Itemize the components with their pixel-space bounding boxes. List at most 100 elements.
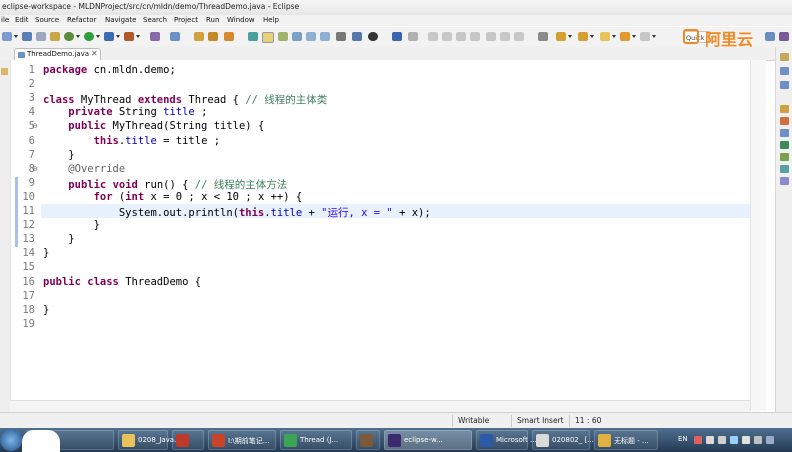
run-icon[interactable]	[84, 32, 94, 41]
close-icon[interactable]: ✕	[91, 49, 98, 58]
new-package-icon[interactable]	[150, 32, 160, 41]
chevron-down-icon[interactable]	[96, 35, 100, 38]
chevron-down-icon[interactable]	[568, 35, 572, 38]
code-line[interactable]: }	[43, 247, 49, 259]
code-line[interactable]: }	[43, 304, 49, 316]
chevron-down-icon[interactable]	[136, 35, 140, 38]
new-icon[interactable]	[2, 32, 12, 41]
new-java-project-icon[interactable]	[124, 32, 134, 41]
java-perspective-icon[interactable]	[779, 32, 789, 41]
code-line[interactable]: System.out.println(this.title + "运行, x =…	[43, 205, 431, 220]
minimize-icon[interactable]	[780, 53, 789, 61]
taskbar-button[interactable]: 无标题 - ...	[594, 430, 658, 450]
declaration-icon[interactable]	[780, 141, 789, 149]
console-icon[interactable]	[780, 153, 789, 161]
drop-to-frame-icon[interactable]	[538, 32, 548, 41]
outline-icon[interactable]	[780, 67, 789, 75]
vertical-scrollbar[interactable]	[750, 60, 766, 411]
code-line[interactable]: public void run() { // 线程的主体方法	[43, 177, 287, 192]
javadoc-icon[interactable]	[780, 129, 789, 137]
annotation-icon[interactable]	[278, 32, 288, 41]
print-icon[interactable]	[50, 32, 60, 41]
suspend-icon[interactable]	[442, 32, 452, 41]
search-view-icon[interactable]	[780, 177, 789, 185]
taskbar-button[interactable]	[172, 430, 204, 450]
block-select-icon[interactable]	[292, 32, 302, 41]
pin-icon[interactable]	[336, 32, 346, 41]
back-icon[interactable]	[620, 32, 630, 41]
menu-file[interactable]: ile	[1, 16, 9, 24]
help-icon[interactable]	[706, 436, 714, 444]
code-line[interactable]: @Override	[43, 163, 125, 175]
step-into-icon[interactable]	[486, 32, 496, 41]
search-icon[interactable]	[224, 32, 234, 41]
menu-source[interactable]: Source	[35, 16, 59, 24]
code-line[interactable]: class MyThread extends Thread { // 线程的主体…	[43, 92, 327, 107]
forward-icon[interactable]	[640, 32, 650, 41]
code-line[interactable]: }	[43, 219, 100, 231]
code-line[interactable]: for (int x = 0 ; x < 10 ; x ++) {	[43, 191, 303, 203]
code-line[interactable]: }	[43, 149, 74, 161]
taskbar-button[interactable]: 020802_ [...	[532, 430, 594, 450]
input-language[interactable]: EN	[678, 435, 688, 443]
code-line[interactable]: }	[43, 233, 74, 245]
package-explorer-icon[interactable]	[1, 68, 8, 75]
debug-icon[interactable]	[64, 32, 74, 41]
start-button[interactable]	[0, 429, 22, 451]
last-edit-icon[interactable]	[600, 32, 610, 41]
taskbar-button[interactable]: 0208_Java...	[118, 430, 181, 450]
problems-icon[interactable]	[780, 117, 789, 125]
progress-icon[interactable]	[780, 165, 789, 173]
resume-icon[interactable]	[428, 32, 438, 41]
code-line[interactable]: public MyThread(String title) {	[43, 120, 264, 132]
skip-icon[interactable]	[408, 32, 418, 41]
link-icon[interactable]	[352, 32, 362, 41]
menu-refactor[interactable]: Refactor	[67, 16, 96, 24]
chevron-down-icon[interactable]	[14, 35, 18, 38]
horizontal-scrollbar[interactable]	[10, 400, 750, 412]
save-all-icon[interactable]	[36, 32, 46, 41]
menu-run[interactable]: Run	[206, 16, 219, 24]
minimize-icon[interactable]	[780, 105, 789, 113]
taskbar-button[interactable]: Microsoft ...	[476, 430, 537, 450]
external-tools-icon[interactable]	[104, 32, 114, 41]
network-icon[interactable]	[730, 436, 738, 444]
menu-project[interactable]: Project	[174, 16, 198, 24]
display-icon[interactable]	[766, 436, 774, 444]
taskbar-button[interactable]	[356, 430, 380, 450]
volume-icon[interactable]	[742, 436, 750, 444]
display-icon[interactable]	[392, 32, 402, 41]
show-whitespace-icon[interactable]	[306, 32, 316, 41]
code-editor[interactable]: 1 2 3 4 5 ⊖ 6 7 8 ⊖ 9 10 11 12 13 14 15 16 17 18 19 package …	[10, 60, 766, 411]
toggle-mark-icon[interactable]	[248, 32, 258, 41]
tray-app-icon[interactable]	[694, 436, 702, 444]
disconnect-icon[interactable]	[470, 32, 480, 41]
taskbar-button[interactable]: Thread (J...	[280, 430, 352, 450]
fold-toggle-icon[interactable]: ⊖	[32, 165, 38, 173]
menu-navigate[interactable]: Navigate	[105, 16, 136, 24]
menu-help[interactable]: Help	[263, 16, 279, 24]
menu-search[interactable]: Search	[143, 16, 167, 24]
code-line[interactable]: private String title ;	[43, 106, 207, 118]
terminate-icon[interactable]	[456, 32, 466, 41]
save-icon[interactable]	[22, 32, 32, 41]
word-wrap-icon[interactable]	[320, 32, 330, 41]
chevron-down-icon[interactable]	[652, 35, 656, 38]
step-return-icon[interactable]	[514, 32, 524, 41]
task-list-icon[interactable]	[780, 81, 789, 89]
open-task-icon[interactable]	[208, 32, 218, 41]
prev-annotation-icon[interactable]	[578, 32, 588, 41]
menu-edit[interactable]: Edit	[15, 16, 29, 24]
taskbar-button[interactable]: I:\期前笔记...	[208, 430, 276, 450]
chevron-down-icon[interactable]	[76, 35, 80, 38]
open-type-icon[interactable]	[194, 32, 204, 41]
next-annotation-icon[interactable]	[556, 32, 566, 41]
code-line[interactable]: this.title = title ;	[43, 135, 220, 147]
chevron-down-icon[interactable]	[612, 35, 616, 38]
taskbar-button[interactable]: eclipse-w...	[384, 430, 472, 450]
chevron-down-icon[interactable]	[116, 35, 120, 38]
fold-toggle-icon[interactable]: ⊖	[32, 122, 38, 130]
flag-icon[interactable]	[754, 436, 762, 444]
new-class-icon[interactable]	[170, 32, 180, 41]
code-line[interactable]: public class ThreadDemo {	[43, 276, 201, 288]
